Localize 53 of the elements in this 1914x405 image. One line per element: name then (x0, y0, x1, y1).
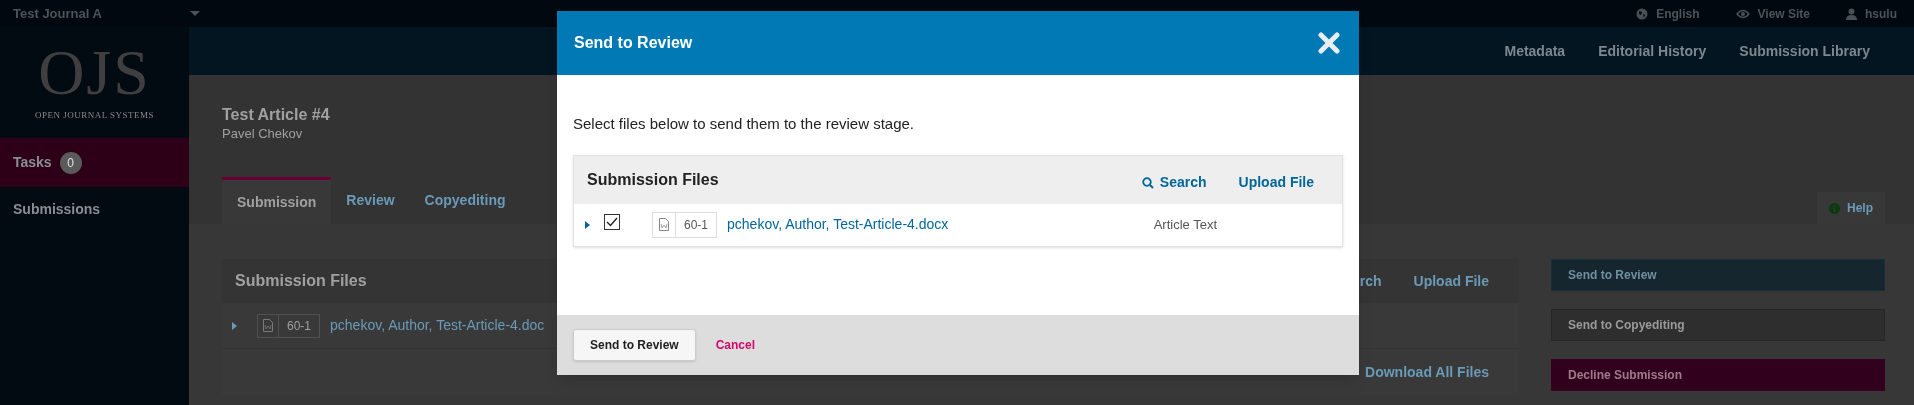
header-nav-link[interactable]: Submission Library (1739, 40, 1870, 62)
sidebar-label: Submissions (13, 200, 101, 219)
sidebar-item[interactable]: Submissions (0, 187, 189, 232)
decision-button[interactable]: Send to Review (1551, 259, 1885, 291)
user-icon (1846, 7, 1857, 20)
info-icon (1829, 202, 1840, 214)
panel-title: Submission Files (587, 169, 719, 190)
upload-link[interactable]: Upload File (1238, 172, 1314, 193)
modal-instructions: Select files below to send them to the review stage. (573, 114, 915, 134)
modal-title: Send to Review (574, 33, 693, 53)
file-link[interactable]: pchekov, Author, Test-Article-4.docx (727, 214, 949, 235)
caret-icon (189, 11, 200, 16)
top-link[interactable]: hsulu (1846, 4, 1897, 23)
download-link[interactable]: Download All Files (1365, 361, 1489, 383)
help-tab[interactable]: Help (1817, 192, 1885, 224)
logo-tagline: OPEN JOURNAL SYSTEMS (34, 108, 155, 122)
document-icon (659, 218, 669, 231)
document-icon (263, 319, 273, 332)
panel-action-link[interactable]: rch (1359, 270, 1382, 292)
file-link[interactable]: pchekov, Author, Test-Article-4.doc (330, 315, 545, 336)
file-type: Article Text (1153, 215, 1217, 234)
file-id-badge: 60-1 (652, 211, 718, 238)
panel-action-link[interactable]: Upload File (1413, 270, 1489, 292)
tab[interactable]: Submission (222, 177, 332, 224)
cancel-link[interactable]: Cancel (715, 336, 756, 354)
article-author: Pavel Chekov (222, 125, 303, 143)
panel-title: Submission Files (235, 271, 367, 291)
header-nav-link[interactable]: Metadata (1504, 40, 1566, 62)
tab[interactable]: Review (331, 177, 410, 224)
checkmark-icon (606, 216, 618, 227)
logo-letters: OJS (38, 42, 151, 103)
close-button[interactable] (1316, 30, 1342, 56)
tab[interactable]: Copyediting (409, 177, 521, 224)
eye-icon (1735, 8, 1750, 19)
send-to-review-button[interactable]: Send to Review (573, 329, 696, 361)
top-link[interactable]: View Site (1735, 4, 1810, 23)
top-link[interactable]: English (1636, 4, 1700, 23)
file-id-badge: 60-1 (257, 313, 321, 338)
header-nav-link[interactable]: Editorial History (1598, 40, 1707, 62)
search-link[interactable]: Search (1141, 172, 1207, 193)
article-title: Test Article #4 (222, 105, 330, 125)
decision-button[interactable]: Decline Submission (1551, 359, 1885, 391)
sidebar-label: Tasks (13, 153, 52, 172)
count-badge: 0 (59, 151, 82, 174)
journal-name[interactable]: Test Journal A (13, 3, 102, 24)
checkbox[interactable] (604, 213, 620, 230)
expand-arrow-icon[interactable] (585, 220, 590, 229)
decision-button[interactable]: Send to Copyediting (1551, 309, 1885, 341)
globe-icon (1636, 7, 1649, 20)
sidebar-item[interactable]: Tasks 0 (0, 138, 189, 187)
search-icon (1141, 176, 1154, 189)
expand-arrow-icon[interactable] (232, 321, 237, 330)
close-icon (1318, 32, 1340, 54)
